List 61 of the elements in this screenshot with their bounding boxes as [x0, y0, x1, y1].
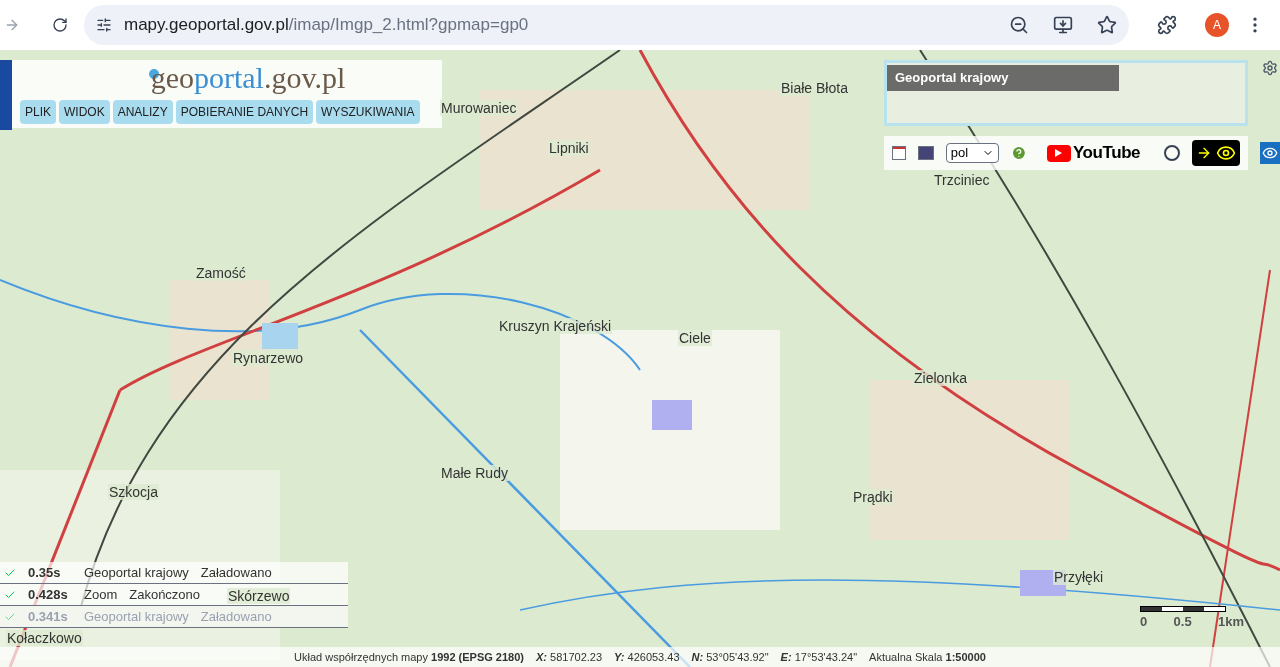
- place-label: Ciele: [678, 330, 712, 346]
- place-label: Szkocja: [108, 484, 160, 500]
- log-layer: Geoportal krajowy: [84, 563, 189, 582]
- logo: geoportal.gov.pl: [148, 60, 346, 96]
- address-bar[interactable]: mapy.geoportal.gov.pl/imap/Imgp_2.html?gpmap=gp0: [84, 5, 1129, 45]
- scale-label: 0.5: [1173, 613, 1192, 631]
- site-settings-icon[interactable]: [96, 17, 112, 33]
- menu-button[interactable]: POBIERANIE DANYCH: [175, 100, 314, 124]
- bookmark-star-icon[interactable]: [1097, 15, 1117, 35]
- log-time: 0.341s: [28, 607, 69, 626]
- eye-icon: [1262, 145, 1278, 161]
- scale-text: Aktualna Skala 1:50000: [869, 649, 986, 665]
- eye-icon: [1216, 143, 1236, 163]
- overview-map[interactable]: Geoportal krajowy: [884, 60, 1248, 126]
- place-label: Kruszyn Krajeński: [498, 318, 613, 334]
- place-label: Lipniki: [548, 140, 590, 156]
- menu-button[interactable]: WYSZUKIWANIA: [316, 100, 420, 124]
- reload-icon[interactable]: [52, 17, 68, 33]
- place-label: Zielonka: [913, 370, 968, 386]
- place-label: Trzciniec: [933, 172, 991, 188]
- menu-button[interactable]: ANALIZY: [112, 100, 173, 124]
- log-status: Załadowano: [200, 563, 272, 582]
- place-label: Zamość: [195, 265, 247, 281]
- place-label: Kołaczkowo: [6, 630, 83, 646]
- scale-label: 1km: [1217, 613, 1244, 631]
- youtube-link[interactable]: YouTube: [1046, 140, 1141, 166]
- place-label: Skórzewo: [227, 588, 291, 604]
- place-label: Białe Błota: [780, 80, 849, 96]
- log-status: Załadowano: [200, 607, 272, 626]
- play-icon: [1046, 144, 1071, 162]
- eye-button[interactable]: [1260, 142, 1280, 164]
- coordinate-text: N: 53°05'43.92": [691, 649, 769, 665]
- install-icon[interactable]: [1053, 15, 1073, 35]
- contrast-toggle[interactable]: [1192, 140, 1240, 166]
- menu-button[interactable]: WIDOK: [59, 100, 110, 124]
- log-time: 0.428s: [28, 585, 69, 604]
- help-icon[interactable]: [1011, 145, 1027, 161]
- scale-label: 0: [1140, 613, 1148, 631]
- settings-icon[interactable]: [1262, 60, 1278, 76]
- zoom-out-icon[interactable]: [1009, 15, 1029, 35]
- legend-icon[interactable]: [892, 146, 906, 160]
- coordinate-text: Y: 426053.43: [614, 649, 680, 665]
- log-status: Zakończono: [129, 585, 201, 604]
- overview-title: Geoportal krajowy: [887, 65, 1119, 91]
- url-text: mapy.geoportal.gov.pl/imap/Imgp_2.html?gpmap=gp0: [124, 14, 530, 37]
- log-layer: Geoportal krajowy: [84, 607, 189, 626]
- profile-avatar[interactable]: A: [1205, 13, 1229, 37]
- log-layer: Zoom: [84, 585, 118, 604]
- crs-text: Układ współrzędnych mapy 1992 (EPSG 2180): [294, 649, 524, 665]
- place-label: Murowaniec: [440, 100, 518, 116]
- log-time: 0.35s: [28, 563, 62, 582]
- extensions-icon[interactable]: [1157, 15, 1177, 35]
- coordinate-text: E: 17°53'43.24": [780, 649, 858, 665]
- coordinate-text: X: 581702.23: [536, 649, 603, 665]
- menu-button[interactable]: PLIK: [20, 100, 56, 124]
- place-label: Małe Rudy: [440, 465, 509, 481]
- arrow-icon: [1196, 145, 1212, 161]
- place-label: Przyłęki: [1053, 569, 1104, 585]
- place-label: Rynarzewo: [232, 350, 305, 366]
- language-select[interactable]: pol: [945, 143, 1000, 163]
- place-label: Prądki: [852, 489, 894, 505]
